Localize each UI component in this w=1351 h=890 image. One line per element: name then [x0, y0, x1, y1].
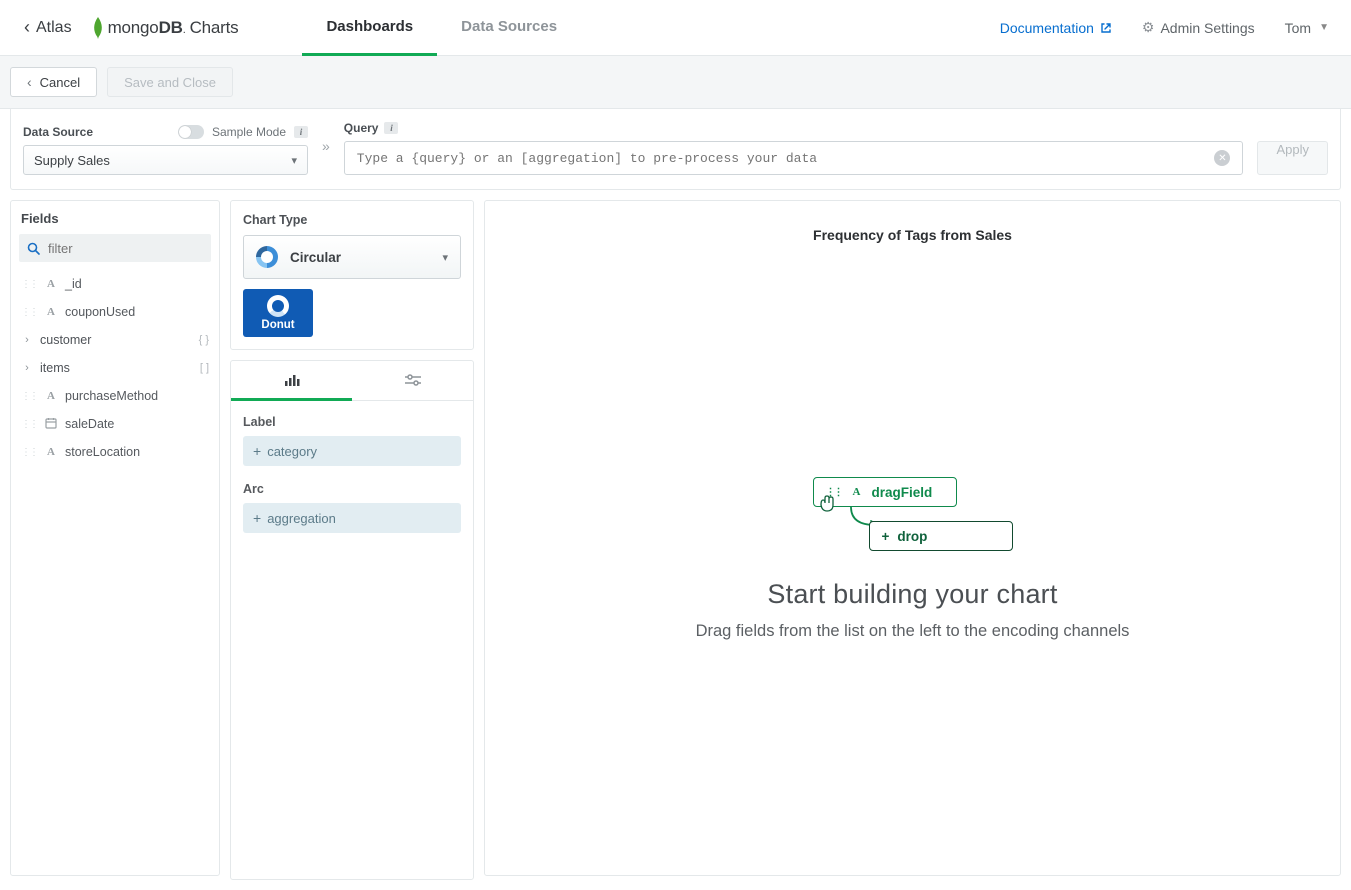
empty-state: ⋮⋮ A dragField + drop Start building you… — [696, 477, 1130, 641]
text-type-icon: A — [44, 306, 58, 318]
clear-query-icon[interactable]: ✕ — [1214, 150, 1230, 166]
label-dropzone[interactable]: + category — [243, 436, 461, 466]
field-row-saleDate[interactable]: ⋮⋮ saleDate — [11, 410, 219, 438]
documentation-link[interactable]: Documentation — [1000, 20, 1112, 36]
chart-type-dropdown[interactable]: Circular ▾ — [243, 235, 461, 279]
info-icon[interactable]: i — [384, 122, 398, 134]
field-row-storeLocation[interactable]: ⋮⋮ AstoreLocation — [11, 438, 219, 466]
query-label: Query i — [344, 121, 1244, 135]
grip-icon: ⋮⋮ — [21, 391, 37, 402]
fields-heading: Fields — [11, 201, 219, 234]
data-source-dropdown[interactable]: Supply Sales ▾ — [23, 145, 308, 175]
field-row-customer[interactable]: › customer { } — [11, 326, 219, 354]
field-name: couponUsed — [65, 305, 135, 319]
grip-icon: ⋮⋮ — [21, 307, 37, 318]
top-nav: ‹ Atlas mongoDB.Charts Dashboards Data S… — [0, 0, 1351, 56]
circular-icon — [256, 246, 278, 268]
field-name: purchaseMethod — [65, 389, 158, 403]
plus-icon: + — [882, 529, 890, 544]
text-type-icon: A — [44, 390, 58, 402]
drag-drop-illustration: ⋮⋮ A dragField + drop — [813, 477, 1013, 551]
encoding-panel: Label + category Arc + aggregation — [230, 360, 474, 880]
field-name: customer — [40, 333, 91, 347]
arc-dropzone[interactable]: + aggregation — [243, 503, 461, 533]
mongodb-leaf-icon — [90, 16, 106, 40]
atlas-link[interactable]: Atlas — [36, 19, 72, 37]
brand-logo: mongoDB.Charts — [90, 16, 239, 40]
collapse-icon[interactable]: » — [322, 138, 330, 158]
chart-type-panel: Chart Type Circular ▾ Donut — [230, 200, 474, 350]
caret-down-icon: ▾ — [291, 154, 297, 167]
save-and-close-button: Save and Close — [107, 67, 233, 97]
plus-icon: + — [253, 443, 261, 459]
chevron-right-icon: › — [21, 362, 33, 374]
sample-mode-label: Sample Mode — [212, 125, 286, 139]
text-type-icon: A — [850, 486, 864, 498]
grab-hand-icon — [817, 493, 839, 515]
grip-icon: ⋮⋮ — [21, 279, 37, 290]
search-icon — [27, 242, 40, 255]
empty-heading: Start building your chart — [767, 579, 1057, 610]
nav-tabs: Dashboards Data Sources — [302, 0, 581, 55]
field-row-_id[interactable]: ⋮⋮ A _id — [11, 270, 219, 298]
tab-dashboards[interactable]: Dashboards — [302, 0, 437, 56]
config-bar: Data Source Sample Mode i Supply Sales ▾… — [10, 109, 1341, 190]
calendar-type-icon — [44, 417, 58, 432]
chart-type-heading: Chart Type — [243, 213, 461, 227]
encoding-tabs — [231, 361, 473, 401]
back-chevron-icon[interactable]: ‹ — [24, 17, 30, 38]
donut-icon — [267, 295, 289, 317]
fields-panel: Fields ⋮⋮ A _id ⋮⋮ AcouponUsed › customer { } › i… — [10, 200, 220, 876]
field-row-couponUsed[interactable]: ⋮⋮ AcouponUsed — [11, 298, 219, 326]
caret-down-icon: ▾ — [442, 251, 448, 264]
action-bar: ‹ Cancel Save and Close — [0, 56, 1351, 109]
external-link-icon — [1100, 22, 1112, 34]
chart-subtype-row: Donut — [243, 289, 461, 337]
text-type-icon: A — [44, 446, 58, 458]
encode-tab[interactable] — [231, 361, 352, 401]
main-area: Fields ⋮⋮ A _id ⋮⋮ AcouponUsed › customer { } › i… — [0, 190, 1351, 890]
array-type-icon: [ ] — [200, 362, 209, 374]
info-icon[interactable]: i — [294, 126, 308, 138]
chart-subtype-donut[interactable]: Donut — [243, 289, 313, 337]
customize-tab[interactable] — [352, 361, 473, 401]
field-name: saleDate — [65, 417, 114, 431]
user-menu[interactable]: Tom ▼ — [1285, 20, 1329, 36]
label-section-heading: Label — [243, 415, 461, 429]
admin-settings-link[interactable]: ⚙ Admin Settings — [1142, 19, 1255, 36]
query-input[interactable] — [357, 151, 1205, 166]
text-type-icon: A — [44, 278, 58, 290]
field-name: _id — [65, 277, 82, 291]
caret-down-icon: ▼ — [1319, 22, 1329, 33]
bar-chart-icon — [284, 374, 300, 386]
arc-section-heading: Arc — [243, 482, 461, 496]
tab-data-sources[interactable]: Data Sources — [437, 0, 581, 56]
apply-button: Apply — [1257, 141, 1328, 175]
chevron-right-icon: › — [21, 334, 33, 346]
empty-subtext: Drag fields from the list on the left to… — [696, 622, 1130, 641]
fields-filter[interactable] — [19, 234, 211, 262]
cancel-button[interactable]: ‹ Cancel — [10, 67, 97, 97]
field-row-purchaseMethod[interactable]: ⋮⋮ ApurchaseMethod — [11, 382, 219, 410]
query-input-wrap: ✕ — [344, 141, 1244, 175]
chart-title: Frequency of Tags from Sales — [813, 227, 1012, 243]
grip-icon: ⋮⋮ — [21, 447, 37, 458]
sliders-icon — [405, 374, 421, 386]
fields-filter-input[interactable] — [48, 241, 224, 256]
sample-mode-toggle[interactable] — [178, 125, 204, 139]
plus-icon: + — [253, 510, 261, 526]
field-list: ⋮⋮ A _id ⋮⋮ AcouponUsed › customer { } › items [ ]… — [11, 268, 219, 468]
field-name: items — [40, 361, 70, 375]
field-name: storeLocation — [65, 445, 140, 459]
chevron-left-icon: ‹ — [27, 74, 32, 90]
gear-icon: ⚙ — [1142, 19, 1155, 36]
field-row-items[interactable]: › items [ ] — [11, 354, 219, 382]
data-source-label: Data Source — [23, 125, 93, 139]
object-type-icon: { } — [199, 334, 209, 346]
grip-icon: ⋮⋮ — [21, 419, 37, 430]
illustration-drop-box: + drop — [869, 521, 1013, 551]
chart-canvas: Frequency of Tags from Sales ⋮⋮ A dragFi… — [484, 200, 1341, 876]
